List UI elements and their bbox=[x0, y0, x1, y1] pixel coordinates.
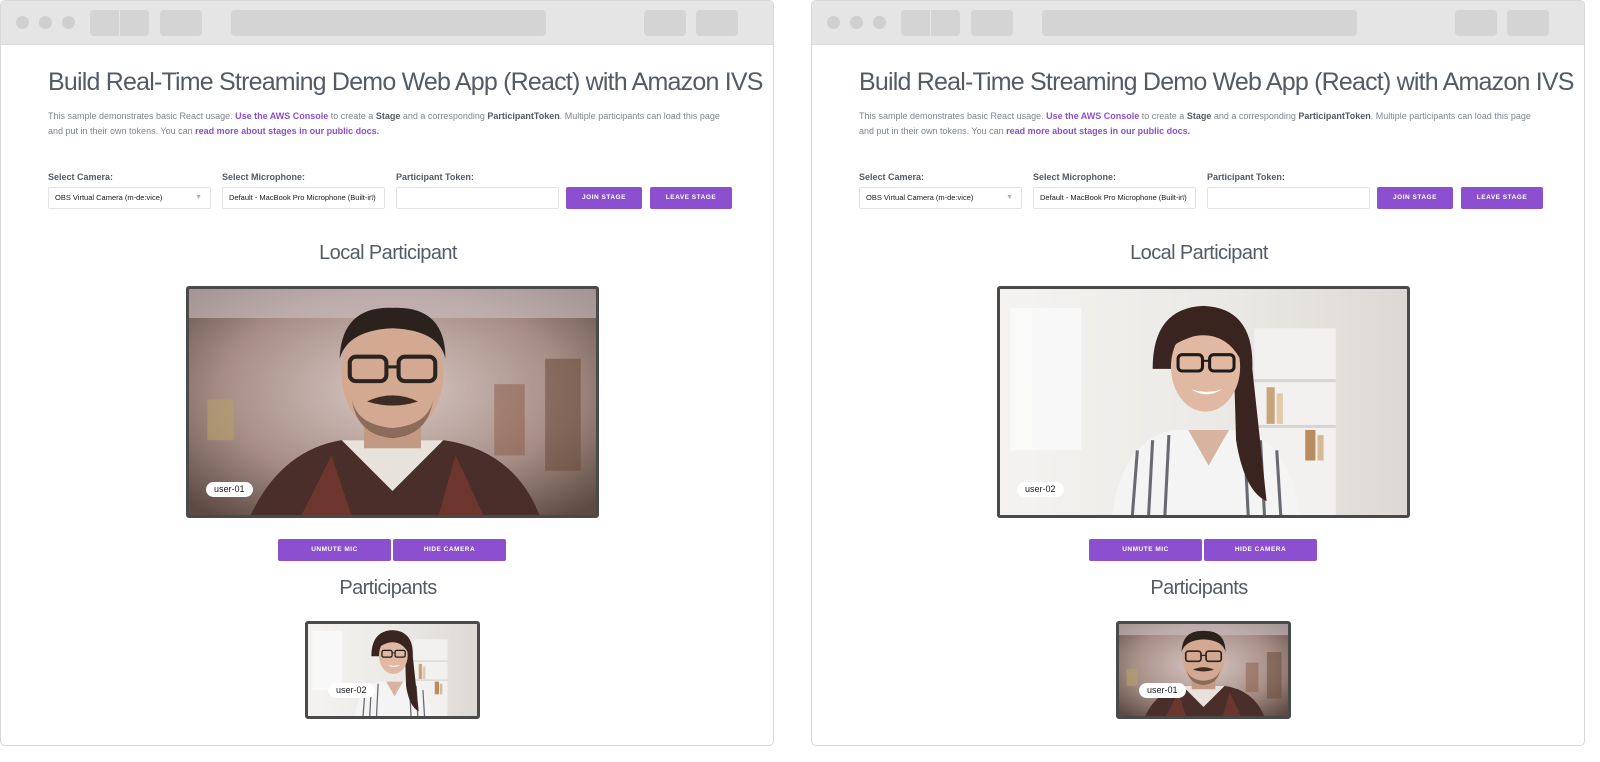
back-button[interactable] bbox=[90, 10, 119, 36]
participant-name-tag: user-02 bbox=[328, 683, 375, 698]
chevron-down-icon: ▼ bbox=[1180, 194, 1187, 201]
microphone-select[interactable]: Default - MacBook Pro Microphone (Built-… bbox=[222, 187, 385, 209]
chevron-down-icon: ▼ bbox=[195, 194, 202, 201]
microphone-select-value: Default - MacBook Pro Microphone (Built-… bbox=[1040, 193, 1187, 202]
browser-toolbar bbox=[1, 1, 773, 45]
intro-bold-token: ParticipantToken bbox=[487, 111, 560, 121]
local-participant-heading: Local Participant bbox=[1130, 242, 1268, 264]
tabs-button[interactable] bbox=[696, 10, 738, 36]
participant-name-tag: user-01 bbox=[1139, 683, 1186, 698]
participant-name-tag: user-01 bbox=[206, 482, 253, 497]
browser-window-left: Build Real-Time Streaming Demo Web App (… bbox=[0, 0, 774, 746]
intro-text: This sample demonstrates basic React usa… bbox=[48, 109, 732, 138]
intro-text-part: and a corresponding bbox=[1211, 111, 1299, 121]
camera-label: Select Camera: bbox=[48, 172, 114, 182]
intro-bold-token: ParticipantToken bbox=[1298, 111, 1371, 121]
intro-text-part: to create a bbox=[328, 111, 376, 121]
camera-select[interactable]: OBS Virtual Camera (m-de:vice) ▼ bbox=[859, 187, 1022, 209]
forward-button[interactable] bbox=[120, 10, 149, 36]
tabs-button[interactable] bbox=[1507, 10, 1549, 36]
participants-heading: Participants bbox=[1150, 577, 1248, 599]
leave-stage-button[interactable]: LEAVE STAGE bbox=[650, 187, 732, 209]
chevron-down-icon: ▼ bbox=[1006, 194, 1013, 201]
browser-toolbar bbox=[812, 1, 1584, 45]
page-title: Build Real-Time Streaming Demo Web App (… bbox=[48, 68, 763, 96]
microphone-select-value: Default - MacBook Pro Microphone (Built-… bbox=[229, 193, 376, 202]
sidebar-button[interactable] bbox=[971, 10, 1013, 36]
join-stage-button[interactable]: JOIN STAGE bbox=[566, 187, 642, 209]
unmute-mic-button[interactable]: UNMUTE MIC bbox=[278, 539, 391, 561]
intro-text-part: This sample demonstrates basic React usa… bbox=[859, 111, 1047, 121]
camera-label: Select Camera: bbox=[859, 172, 925, 182]
chevron-down-icon: ▼ bbox=[369, 194, 376, 201]
window-zoom-dot-icon[interactable] bbox=[62, 16, 75, 29]
window-close-dot-icon[interactable] bbox=[16, 16, 29, 29]
participant-video-frame bbox=[1000, 289, 1407, 515]
aws-console-link[interactable]: Use the AWS Console bbox=[235, 111, 328, 121]
camera-select-value: OBS Virtual Camera (m-de:vice) bbox=[55, 193, 163, 202]
window-close-dot-icon[interactable] bbox=[827, 16, 840, 29]
hide-camera-button[interactable]: HIDE CAMERA bbox=[1204, 539, 1317, 561]
intro-bold-stage: Stage bbox=[1186, 111, 1212, 121]
window-zoom-dot-icon[interactable] bbox=[873, 16, 886, 29]
aws-console-link[interactable]: Use the AWS Console bbox=[1046, 111, 1139, 121]
participant-name-tag: user-02 bbox=[1017, 482, 1064, 497]
participant-token-input[interactable] bbox=[1207, 187, 1370, 209]
camera-select[interactable]: OBS Virtual Camera (m-de:vice) ▼ bbox=[48, 187, 211, 209]
microphone-select[interactable]: Default - MacBook Pro Microphone (Built-… bbox=[1033, 187, 1196, 209]
stage-controls: Select Camera: OBS Virtual Camera (m-de:… bbox=[859, 172, 1543, 212]
leave-stage-button[interactable]: LEAVE STAGE bbox=[1461, 187, 1543, 209]
stages-docs-link[interactable]: read more about stages in our public doc… bbox=[1006, 126, 1190, 136]
intro-text-part: This sample demonstrates basic React usa… bbox=[48, 111, 236, 121]
token-label: Participant Token: bbox=[396, 172, 474, 182]
join-stage-button[interactable]: JOIN STAGE bbox=[1377, 187, 1453, 209]
local-participant-heading: Local Participant bbox=[319, 242, 457, 264]
local-video: user-02 bbox=[997, 286, 1410, 518]
intro-text-part: and a corresponding bbox=[400, 111, 488, 121]
token-label: Participant Token: bbox=[1207, 172, 1285, 182]
hide-camera-button[interactable]: HIDE CAMERA bbox=[393, 539, 506, 561]
intro-text-part: to create a bbox=[1139, 111, 1187, 121]
microphone-label: Select Microphone: bbox=[222, 172, 306, 182]
share-button[interactable] bbox=[1455, 10, 1497, 36]
unmute-mic-button[interactable]: UNMUTE MIC bbox=[1089, 539, 1202, 561]
participant-token-input[interactable] bbox=[396, 187, 559, 209]
remote-participant-video: user-02 bbox=[305, 621, 480, 719]
window-minimize-dot-icon[interactable] bbox=[850, 16, 863, 29]
browser-window-right: Build Real-Time Streaming Demo Web App (… bbox=[811, 0, 1585, 746]
forward-button[interactable] bbox=[931, 10, 960, 36]
page-title: Build Real-Time Streaming Demo Web App (… bbox=[859, 68, 1574, 96]
intro-bold-stage: Stage bbox=[375, 111, 401, 121]
participant-video-frame bbox=[189, 289, 596, 515]
window-minimize-dot-icon[interactable] bbox=[39, 16, 52, 29]
participants-heading: Participants bbox=[339, 577, 437, 599]
stages-docs-link[interactable]: read more about stages in our public doc… bbox=[195, 126, 379, 136]
sidebar-button[interactable] bbox=[160, 10, 202, 36]
address-bar[interactable] bbox=[231, 10, 546, 36]
camera-select-value: OBS Virtual Camera (m-de:vice) bbox=[866, 193, 974, 202]
remote-participant-video: user-01 bbox=[1116, 621, 1291, 719]
participant-video-frame bbox=[308, 624, 477, 716]
back-button[interactable] bbox=[901, 10, 930, 36]
stage-controls: Select Camera: OBS Virtual Camera (m-de:… bbox=[48, 172, 732, 212]
participant-video-frame bbox=[1119, 624, 1288, 716]
intro-text: This sample demonstrates basic React usa… bbox=[859, 109, 1543, 138]
microphone-label: Select Microphone: bbox=[1033, 172, 1117, 182]
local-video: user-01 bbox=[186, 286, 599, 518]
address-bar[interactable] bbox=[1042, 10, 1357, 36]
share-button[interactable] bbox=[644, 10, 686, 36]
